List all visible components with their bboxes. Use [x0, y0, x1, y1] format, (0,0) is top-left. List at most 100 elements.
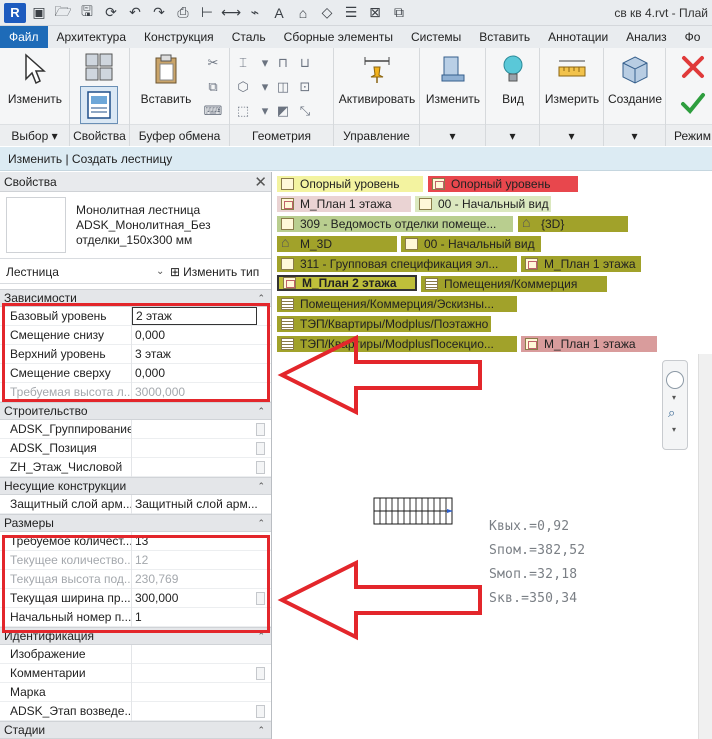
panel-label-view[interactable]: ▾ [486, 124, 539, 146]
type-selector[interactable]: Монолитная лестница ADSK_Монолитная_Без … [0, 193, 271, 259]
activate-button[interactable]: Активировать [338, 52, 416, 106]
tab-annotate[interactable]: Аннотации [539, 26, 617, 48]
tag-icon[interactable]: ⌁ [244, 3, 266, 23]
view-tab-active[interactable]: М_План 2 этажа [277, 275, 417, 291]
dropdown-arrow-icon-2[interactable]: ▾ [256, 78, 274, 96]
undo-icon[interactable]: ↶ [124, 3, 146, 23]
text-icon[interactable]: A [268, 3, 290, 23]
chevron-down-icon[interactable]: ⌄ [156, 266, 170, 277]
property-row[interactable]: Изображение [0, 644, 271, 664]
copy-icon[interactable]: ⧉ [204, 78, 222, 96]
view-tab[interactable]: 00 - Начальный вид [415, 196, 551, 212]
measure-qat-icon[interactable]: ⊢ [196, 3, 218, 23]
view-tab[interactable]: Помещения/Коммерция [421, 276, 607, 292]
dimension-icon[interactable]: ⟷ [220, 3, 242, 23]
thin-lines-icon[interactable]: ☰ [340, 3, 362, 23]
view-tab[interactable]: М_План 1 этажа [521, 256, 641, 272]
close-hidden-icon[interactable]: ⊠ [364, 3, 386, 23]
finish-checkmark-icon[interactable] [678, 88, 708, 118]
3d-view-icon[interactable]: ⌂ [292, 3, 314, 23]
join-icon[interactable]: ⊔ [296, 54, 314, 72]
tab-insert[interactable]: Вставить [470, 26, 539, 48]
tab-analyze[interactable]: Анализ [617, 26, 676, 48]
property-row[interactable]: Марка [0, 682, 271, 702]
create-button[interactable]: Создание [605, 52, 665, 106]
view-tab[interactable]: {3D} [518, 216, 628, 232]
view-tab[interactable]: 309 - Ведомость отделки помеще... [277, 216, 513, 232]
property-row[interactable]: ZH_Этаж_Числовой [0, 457, 271, 477]
instance-filter-dropdown[interactable]: Лестница [0, 265, 156, 279]
sync-icon[interactable]: ⟳ [100, 3, 122, 23]
revit-logo[interactable]: R [4, 2, 26, 23]
measure-button[interactable]: Измерить [542, 52, 602, 106]
view-tab[interactable]: М_План 1 этажа [521, 336, 657, 352]
chevron-down-icon[interactable]: ▾ [672, 425, 676, 434]
open-icon[interactable]: 🗁 [52, 3, 74, 23]
property-row[interactable]: ADSK_Этап возведе... [0, 701, 271, 721]
cancel-icon[interactable] [678, 52, 708, 82]
view-tab[interactable]: Опорный уровень [428, 176, 578, 192]
tab-systems[interactable]: Системы [402, 26, 470, 48]
zoom-icon[interactable]: ⌕ [668, 405, 675, 421]
group-dimensions[interactable]: Размеры ⌃ [0, 514, 271, 532]
close-icon[interactable]: ✕ [254, 173, 267, 191]
stair-sketch[interactable] [373, 496, 455, 526]
view-tab[interactable]: 311 - Групповая спецификация эл... [277, 256, 517, 272]
modify2-button[interactable]: Изменить [422, 52, 484, 106]
panel-label-select[interactable]: Выбор ▾ [0, 124, 69, 146]
property-row[interactable]: ADSK_Позиция [0, 438, 271, 458]
group-structural[interactable]: Несущие конструкции ⌃ [0, 477, 271, 495]
checkbox[interactable] [256, 704, 265, 718]
paint-icon[interactable]: ◫ [274, 78, 292, 96]
property-row[interactable]: ADSK_Группирование [0, 419, 271, 439]
pick-icon[interactable]: ⤡ [296, 102, 314, 120]
panel-label-measure[interactable]: ▾ [540, 124, 603, 146]
view-tab[interactable]: 00 - Начальный вид [401, 236, 541, 252]
chevron-down-icon[interactable]: ▾ [672, 393, 676, 402]
view-tab[interactable]: М_3D [277, 236, 397, 252]
view-tab[interactable]: М_План 1 этажа [277, 196, 411, 212]
paste-button[interactable]: Вставить [136, 52, 196, 106]
cut-icon[interactable]: ✂ [204, 54, 222, 72]
split-face-icon[interactable]: ⬡ [234, 78, 252, 96]
dropdown-arrow-icon[interactable]: ▾ [256, 54, 274, 72]
checkbox[interactable] [256, 441, 265, 455]
property-row[interactable]: Комментарии [0, 663, 271, 683]
tab-massing[interactable]: Фо [676, 26, 710, 48]
view-tab[interactable]: Опорный уровень [277, 176, 423, 192]
tab-precast[interactable]: Сборные элементы [275, 26, 402, 48]
print-icon[interactable]: ⎙ [172, 3, 194, 23]
type-properties-icon[interactable] [84, 52, 114, 82]
checkbox[interactable] [256, 422, 265, 436]
panel-label-modify2[interactable]: ▾ [420, 124, 485, 146]
property-row[interactable]: Защитный слой арм... Защитный слой арм..… [0, 494, 271, 514]
wall-joins-icon[interactable]: ⊡ [296, 78, 314, 96]
tab-steel[interactable]: Сталь [223, 26, 275, 48]
edit-type-button[interactable]: ⊞ Изменить тип [170, 265, 259, 279]
home-icon[interactable]: ▣ [28, 3, 50, 23]
modify-button[interactable]: Изменить [4, 52, 66, 106]
panel-label-create[interactable]: ▾ [604, 124, 665, 146]
tab-file[interactable]: Файл [0, 26, 48, 48]
section-icon[interactable]: ◇ [316, 3, 338, 23]
checkbox[interactable] [256, 666, 265, 680]
cut-geometry-icon[interactable]: ⊓ [274, 54, 292, 72]
cope-icon[interactable]: ⌶ [234, 54, 252, 72]
tab-architecture[interactable]: Архитектура [48, 26, 136, 48]
vertical-scrollbar[interactable] [698, 354, 712, 739]
steering-wheel-icon[interactable] [666, 371, 684, 389]
properties-palette-icon[interactable] [80, 86, 118, 124]
checkbox[interactable] [256, 460, 265, 474]
tab-structure[interactable]: Конструкция [135, 26, 223, 48]
switch-windows-icon[interactable]: ⧉ [388, 3, 410, 23]
group-construction[interactable]: Строительство ⌃ [0, 402, 271, 420]
match-properties-icon[interactable]: ⌨ [204, 102, 223, 120]
demolish-icon[interactable]: ⬚ [234, 102, 252, 120]
view-button[interactable]: Вид [488, 52, 538, 106]
view-tab[interactable]: Помещения/Коммерция/Эскизны... [277, 296, 517, 312]
dropdown-arrow-icon-3[interactable]: ▾ [256, 102, 274, 120]
redo-icon[interactable]: ↷ [148, 3, 170, 23]
group-phasing[interactable]: Стадии ⌃ [0, 721, 271, 739]
remove-paint-icon[interactable]: ◩ [274, 102, 292, 120]
save-icon[interactable]: 🖫 [76, 3, 98, 23]
